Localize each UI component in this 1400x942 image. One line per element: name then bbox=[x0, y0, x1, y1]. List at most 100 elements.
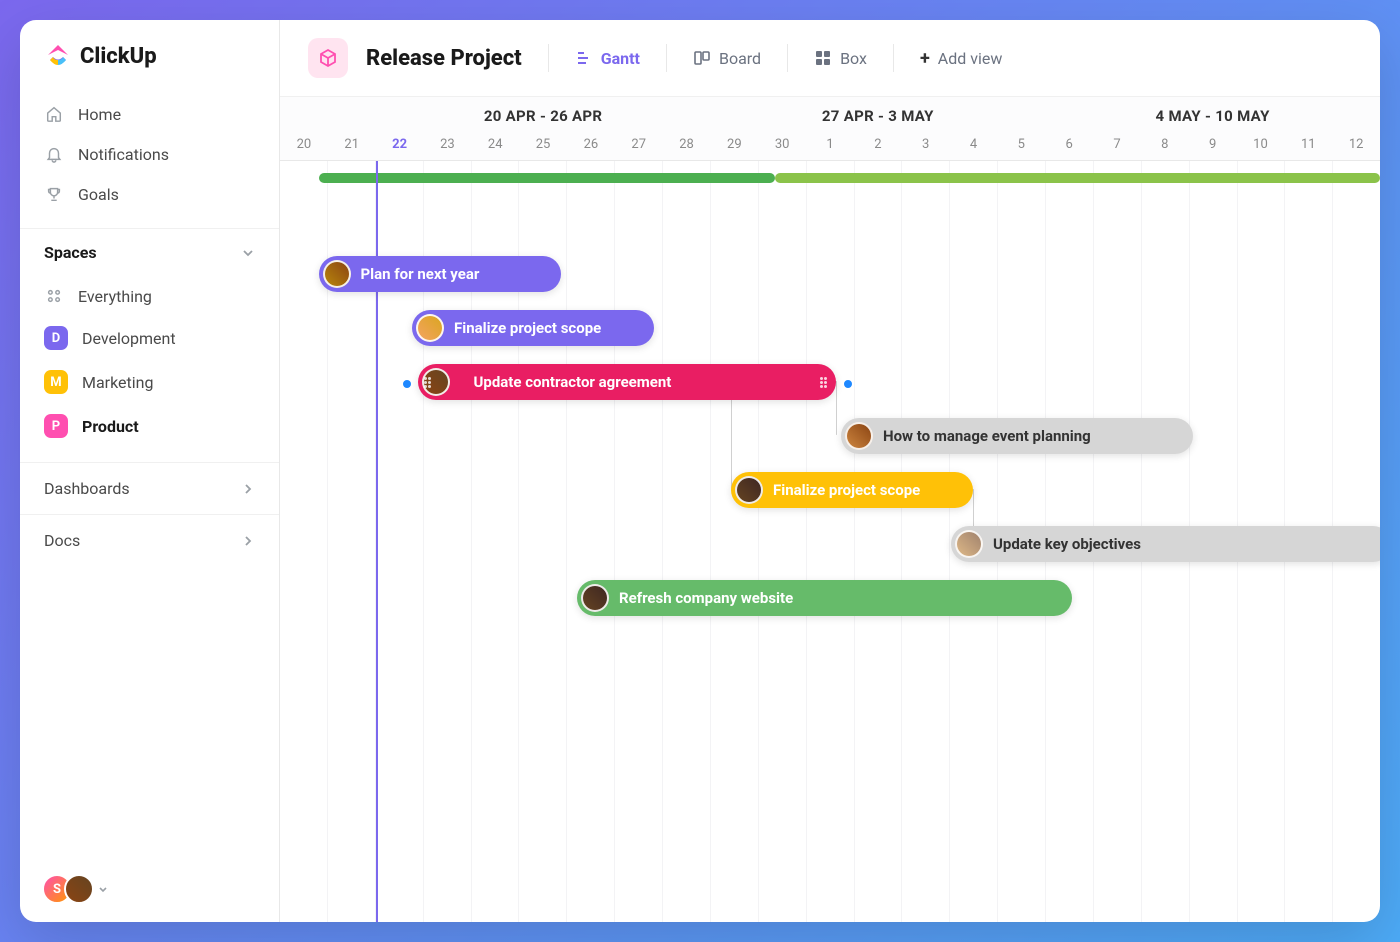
day-cell[interactable]: 10 bbox=[1237, 131, 1285, 160]
gantt-icon bbox=[575, 49, 593, 67]
day-cell[interactable]: 25 bbox=[519, 131, 567, 160]
view-label: Board bbox=[719, 49, 761, 68]
day-cell[interactable]: 12 bbox=[1332, 131, 1380, 160]
space-everything[interactable]: Everything bbox=[30, 276, 269, 316]
task-row: How to manage event planning bbox=[841, 417, 1193, 455]
day-cell[interactable]: 26 bbox=[567, 131, 615, 160]
space-development[interactable]: D Development bbox=[30, 316, 269, 360]
space-badge: M bbox=[44, 370, 68, 394]
space-label: Product bbox=[82, 417, 139, 436]
project-icon[interactable] bbox=[308, 38, 348, 78]
week-label: 27 APR - 3 MAY bbox=[710, 97, 1045, 131]
space-label: Development bbox=[82, 329, 176, 348]
project-title: Release Project bbox=[366, 46, 522, 71]
section-docs[interactable]: Docs bbox=[20, 514, 279, 566]
day-cell[interactable]: 8 bbox=[1141, 131, 1189, 160]
space-badge: D bbox=[44, 326, 68, 350]
drag-handle[interactable] bbox=[820, 372, 830, 392]
week-label: 4 MAY - 10 MAY bbox=[1045, 97, 1380, 131]
chevron-down-icon bbox=[98, 884, 108, 894]
nav-home[interactable]: Home bbox=[30, 94, 269, 134]
space-list: Everything D Development M Marketing P P… bbox=[20, 272, 279, 462]
summary-bar[interactable] bbox=[775, 173, 1380, 183]
day-cell[interactable]: 7 bbox=[1093, 131, 1141, 160]
week-row: 20 APR - 26 APR 27 APR - 3 MAY 4 MAY - 1… bbox=[280, 97, 1380, 131]
view-box[interactable]: Box bbox=[806, 43, 875, 74]
gantt-body[interactable]: TODAYPlan for next yearFinalize project … bbox=[280, 161, 1380, 922]
board-icon bbox=[693, 49, 711, 67]
nav-label: Goals bbox=[78, 185, 119, 204]
task-bar[interactable]: Update contractor agreement bbox=[418, 364, 836, 400]
summary-bar[interactable] bbox=[319, 173, 776, 183]
task-bar[interactable]: Finalize project scope bbox=[731, 472, 973, 508]
view-gantt[interactable]: Gantt bbox=[567, 43, 648, 74]
section-label: Dashboards bbox=[44, 479, 130, 498]
brand-logo[interactable]: ClickUp bbox=[20, 20, 279, 88]
add-view-button[interactable]: + Add view bbox=[912, 42, 1010, 75]
drag-handle[interactable] bbox=[424, 372, 434, 392]
day-cell[interactable]: 29 bbox=[710, 131, 758, 160]
assignee-avatar[interactable] bbox=[735, 476, 763, 504]
task-bar[interactable]: How to manage event planning bbox=[841, 418, 1193, 454]
section-dashboards[interactable]: Dashboards bbox=[20, 462, 279, 514]
divider bbox=[787, 44, 788, 72]
space-label: Marketing bbox=[82, 373, 153, 392]
day-cell[interactable]: 28 bbox=[663, 131, 711, 160]
task-bar[interactable]: Refresh company website bbox=[577, 580, 1072, 616]
nav-list: Home Notifications Goals bbox=[20, 88, 279, 228]
assignee-avatar[interactable] bbox=[323, 260, 351, 288]
sidebar: ClickUp Home Notifications Goals Spaces bbox=[20, 20, 280, 922]
avatar-stack: S bbox=[42, 874, 94, 904]
space-product[interactable]: P Product bbox=[30, 404, 269, 448]
space-marketing[interactable]: M Marketing bbox=[30, 360, 269, 404]
day-cell[interactable]: 24 bbox=[471, 131, 519, 160]
box-icon bbox=[814, 49, 832, 67]
divider bbox=[893, 44, 894, 72]
day-cell[interactable]: 20 bbox=[280, 131, 328, 160]
home-icon bbox=[44, 104, 64, 124]
day-cell[interactable]: 1 bbox=[806, 131, 854, 160]
bell-icon bbox=[44, 144, 64, 164]
divider bbox=[666, 44, 667, 72]
day-cell[interactable]: 6 bbox=[1045, 131, 1093, 160]
day-cell[interactable]: 23 bbox=[423, 131, 471, 160]
nav-notifications[interactable]: Notifications bbox=[30, 134, 269, 174]
spaces-title: Spaces bbox=[44, 243, 97, 262]
view-board[interactable]: Board bbox=[685, 43, 769, 74]
logo-icon bbox=[44, 42, 72, 70]
assignee-avatar[interactable] bbox=[845, 422, 873, 450]
day-cell[interactable]: 2 bbox=[854, 131, 902, 160]
task-bar[interactable]: Plan for next year bbox=[319, 256, 561, 292]
chevron-right-icon bbox=[241, 534, 255, 548]
task-row: Refresh company website bbox=[577, 579, 1072, 617]
nav-goals[interactable]: Goals bbox=[30, 174, 269, 214]
day-cell[interactable]: 21 bbox=[328, 131, 376, 160]
trophy-icon bbox=[44, 184, 64, 204]
assignee-avatar[interactable] bbox=[581, 584, 609, 612]
day-cell[interactable]: 5 bbox=[997, 131, 1045, 160]
day-cell[interactable]: 27 bbox=[615, 131, 663, 160]
task-bar[interactable]: Finalize project scope bbox=[412, 310, 654, 346]
view-label: Box bbox=[840, 49, 867, 68]
day-cell[interactable]: 3 bbox=[902, 131, 950, 160]
task-bar[interactable]: Update key objectives bbox=[951, 526, 1380, 562]
day-cell[interactable]: 9 bbox=[1189, 131, 1237, 160]
day-row: 2021222324252627282930123456789101112 bbox=[280, 131, 1380, 160]
nav-label: Notifications bbox=[78, 145, 169, 164]
day-cell[interactable]: 4 bbox=[950, 131, 998, 160]
app-window: ClickUp Home Notifications Goals Spaces bbox=[20, 20, 1380, 922]
dependency-line bbox=[836, 381, 837, 435]
assignee-avatar[interactable] bbox=[416, 314, 444, 342]
main-panel: Release Project Gantt Board Box + Add vi… bbox=[280, 20, 1380, 922]
section-label: Docs bbox=[44, 531, 80, 550]
task-row: Update key objectives bbox=[951, 525, 1380, 563]
task-label: Plan for next year bbox=[361, 265, 480, 283]
assignee-avatar[interactable] bbox=[955, 530, 983, 558]
brand-name: ClickUp bbox=[80, 44, 157, 69]
day-cell[interactable]: 30 bbox=[758, 131, 806, 160]
day-cell[interactable]: 22 bbox=[376, 131, 424, 160]
task-label: How to manage event planning bbox=[883, 427, 1091, 445]
spaces-header[interactable]: Spaces bbox=[20, 228, 279, 272]
day-cell[interactable]: 11 bbox=[1284, 131, 1332, 160]
user-switcher[interactable]: S bbox=[20, 856, 279, 922]
